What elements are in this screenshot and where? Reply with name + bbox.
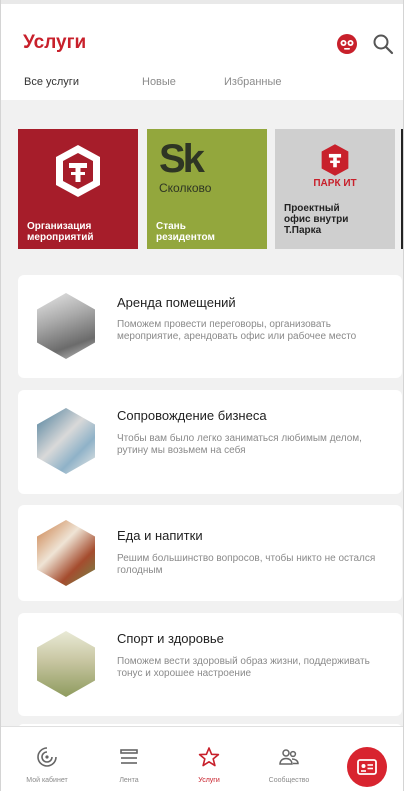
service-card-food[interactable]: Еда и напитки Решим большинство вопросов…: [18, 505, 402, 601]
banner-skolkovo-label: Стань резидентом: [156, 221, 215, 243]
service-card-sport[interactable]: Спорт и здоровье Поможем вести здоровый …: [18, 613, 402, 716]
service-description: Поможем провести переговоры, организоват…: [117, 319, 357, 342]
service-description: Чтобы вам было легко заниматься любимым …: [117, 433, 362, 456]
skolkovo-logo: Sk: [159, 137, 205, 181]
nav-label: Сообщество: [268, 777, 310, 784]
banner-skolkovo[interactable]: Sk Сколково Стань резидентом: [147, 129, 267, 249]
nav-label: Лента: [119, 777, 139, 784]
park-it-title: ПАРК ИТ: [313, 178, 357, 189]
banner-events-label: Организация мероприятий: [27, 221, 94, 243]
t-logo-icon: [321, 144, 349, 176]
tab-bar: Все услуги Новые Избранные: [1, 70, 403, 102]
skolkovo-name: Сколково: [159, 181, 212, 195]
id-card-button[interactable]: [347, 747, 387, 787]
star-icon: [198, 747, 220, 767]
service-description: Решим большинство вопросов, чтобы никто …: [117, 553, 376, 576]
search-icon[interactable]: [371, 32, 395, 56]
service-title: Еда и напитки: [117, 528, 203, 543]
nav-feed[interactable]: Лента: [89, 727, 169, 791]
t-logo-icon: [56, 145, 100, 197]
app-screen: Услуги Все услуги Новые Избранные Органи…: [0, 0, 404, 791]
nav-my-cabinet[interactable]: Мой кабинет: [7, 727, 87, 791]
service-card-business[interactable]: Сопровождение бизнеса Чтобы вам было лег…: [18, 390, 402, 494]
tab-new[interactable]: Новые: [142, 76, 176, 88]
food-image: [37, 520, 95, 586]
service-description: Поможем вести здоровый образ жизни, подд…: [117, 656, 370, 679]
tab-all-services[interactable]: Все услуги: [24, 76, 79, 88]
community-icon: [279, 749, 299, 765]
banner-park-it[interactable]: ПАРК ИТ Проектный офис внутри Т.Парка: [275, 129, 395, 249]
service-title: Сопровождение бизнеса: [117, 408, 267, 423]
tab-favorites[interactable]: Избранные: [224, 76, 282, 88]
nav-label: Мой кабинет: [26, 777, 68, 784]
sport-image: [37, 631, 95, 697]
banner-events[interactable]: Организация мероприятий: [18, 129, 138, 249]
rental-image: [37, 293, 95, 359]
business-image: [37, 408, 95, 474]
service-card-rental[interactable]: Аренда помещений Поможем провести перего…: [18, 275, 402, 378]
banner-park-it-label: Проектный офис внутри Т.Парка: [284, 203, 349, 236]
id-card-icon: [357, 759, 377, 775]
service-title: Аренда помещений: [117, 295, 236, 310]
header: Услуги Все услуги Новые Избранные: [1, 4, 403, 102]
nav-label: Услуги: [198, 777, 220, 784]
nav-community[interactable]: Сообщество: [249, 727, 329, 791]
page-title: Услуги: [23, 32, 87, 53]
cabinet-icon: [37, 747, 57, 767]
nav-services[interactable]: Услуги: [169, 727, 249, 791]
bot-icon[interactable]: [335, 32, 359, 56]
feed-icon: [120, 749, 138, 764]
service-title: Спорт и здоровье: [117, 631, 224, 646]
services-content: Организация мероприятий Sk Сколково Стан…: [1, 100, 403, 734]
bottom-nav: Мой кабинет Лента Услуги Сообщество: [1, 726, 403, 791]
